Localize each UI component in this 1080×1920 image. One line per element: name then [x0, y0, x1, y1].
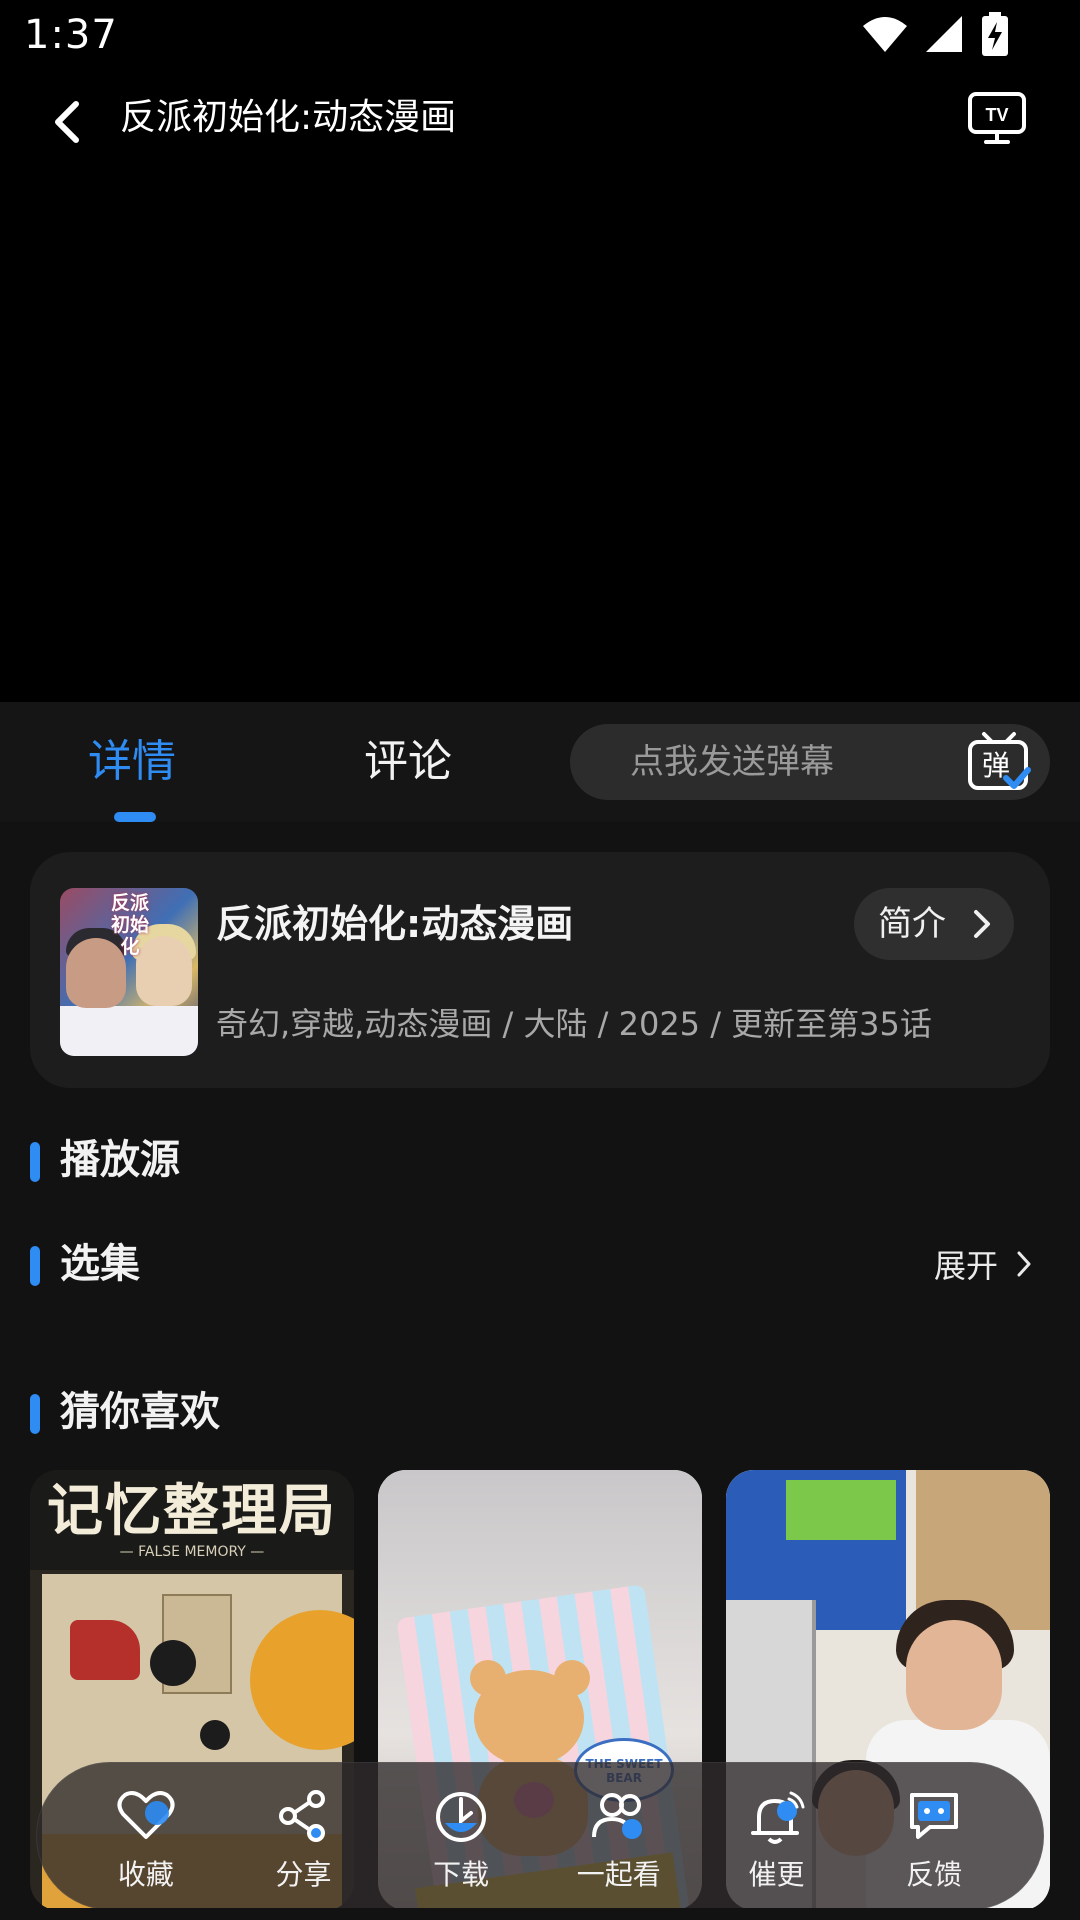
signal-icon — [926, 16, 962, 52]
section-accent-bar — [30, 1142, 40, 1182]
expand-label: 展开 — [933, 1247, 998, 1285]
danmaku-input[interactable]: 点我发送弹幕 弹 — [570, 724, 1050, 800]
bottom-action-bar: 收藏 分享 下载 一起看 催更 反馈 — [36, 1762, 1044, 1910]
danmaku-placeholder: 点我发送弹幕 — [630, 742, 834, 782]
cover-art — [474, 1670, 584, 1766]
section-recommend-label: 猜你喜欢 — [60, 1389, 220, 1435]
heart-icon — [117, 1791, 175, 1839]
chevron-right-icon — [974, 910, 990, 938]
next-row-peek — [30, 1908, 1050, 1920]
request-update-label: 催更 — [748, 1858, 805, 1891]
video-player[interactable]: 1:37 反派初始化:动态漫画 TV — [0, 0, 1080, 702]
feedback-icon — [910, 1793, 959, 1839]
favorite-button[interactable]: 收藏 — [71, 1771, 221, 1901]
back-arrow-icon[interactable] — [40, 92, 100, 152]
intro-button[interactable]: 简介 — [854, 888, 1014, 960]
svg-text:TV: TV — [985, 105, 1008, 125]
share-icon — [279, 1790, 326, 1842]
section-accent-bar — [30, 1246, 40, 1286]
page: 1:37 反派初始化:动态漫画 TV 详情 评论 点我发送弹幕 弹 反派初始化 … — [0, 0, 1080, 1920]
share-label: 分享 — [275, 1858, 332, 1891]
section-accent-bar — [30, 1394, 40, 1434]
section-play-source-label: 播放源 — [60, 1137, 180, 1183]
cover-art — [906, 1620, 1002, 1730]
player-title: 反派初始化:动态漫画 — [120, 97, 457, 138]
intro-button-label: 简介 — [878, 904, 946, 944]
feedback-label: 反馈 — [906, 1858, 963, 1891]
tabs-row: 详情 评论 点我发送弹幕 弹 — [0, 702, 1080, 822]
favorite-label: 收藏 — [117, 1858, 174, 1891]
share-button[interactable]: 分享 — [228, 1771, 378, 1901]
watch-together-icon — [591, 1793, 642, 1839]
player-topbar: 反派初始化:动态漫画 TV — [0, 82, 1080, 152]
wifi-icon — [863, 17, 907, 52]
section-episodes: 选集 — [30, 1236, 140, 1292]
tab-details[interactable]: 详情 — [88, 732, 176, 792]
download-label: 下载 — [433, 1858, 490, 1891]
active-tab-indicator — [114, 812, 156, 822]
bell-icon — [751, 1791, 805, 1844]
danmaku-toggle-icon[interactable]: 弹 — [966, 730, 1032, 796]
section-episodes-label: 选集 — [60, 1241, 140, 1287]
watch-together-label: 一起看 — [576, 1858, 661, 1891]
expand-episodes-button[interactable]: 展开 — [934, 1242, 1032, 1286]
show-meta: 奇幻,穿越,动态漫画 / 大陆 / 2025 / 更新至第35话 — [216, 1005, 932, 1043]
cover-art — [786, 1480, 896, 1540]
poster-title: 反派初始化 — [110, 892, 149, 958]
tab-comments[interactable]: 评论 — [364, 732, 452, 792]
section-recommend: 猜你喜欢 — [30, 1384, 220, 1440]
show-poster[interactable]: 反派初始化 — [60, 888, 198, 1056]
battery-charging-icon — [982, 12, 1008, 56]
download-button[interactable]: 下载 — [386, 1771, 536, 1901]
cover-art — [70, 1620, 140, 1680]
chevron-right-icon — [1017, 1251, 1031, 1277]
cover-title: 记忆整理局 — [47, 1479, 337, 1544]
section-play-source: 播放源 — [30, 1132, 180, 1188]
cover-art — [200, 1720, 230, 1750]
status-icons — [862, 12, 1010, 56]
request-update-button[interactable]: 催更 — [701, 1771, 851, 1901]
status-bar: 1:37 — [0, 0, 1080, 72]
cover-subtitle: — FALSE MEMORY — — [119, 1544, 265, 1560]
status-time: 1:37 — [24, 12, 118, 58]
cast-tv-icon[interactable]: TV — [966, 88, 1030, 148]
show-title: 反派初始化:动态漫画 — [216, 902, 574, 946]
feedback-button[interactable]: 反馈 — [859, 1771, 1009, 1901]
poster-art — [60, 1006, 198, 1056]
download-icon — [436, 1792, 487, 1842]
cover-art — [150, 1640, 196, 1686]
show-info-card: 反派初始化 反派初始化:动态漫画 简介 奇幻,穿越,动态漫画 / 大陆 / 20… — [30, 852, 1050, 1088]
watch-together-button[interactable]: 一起看 — [544, 1771, 694, 1901]
